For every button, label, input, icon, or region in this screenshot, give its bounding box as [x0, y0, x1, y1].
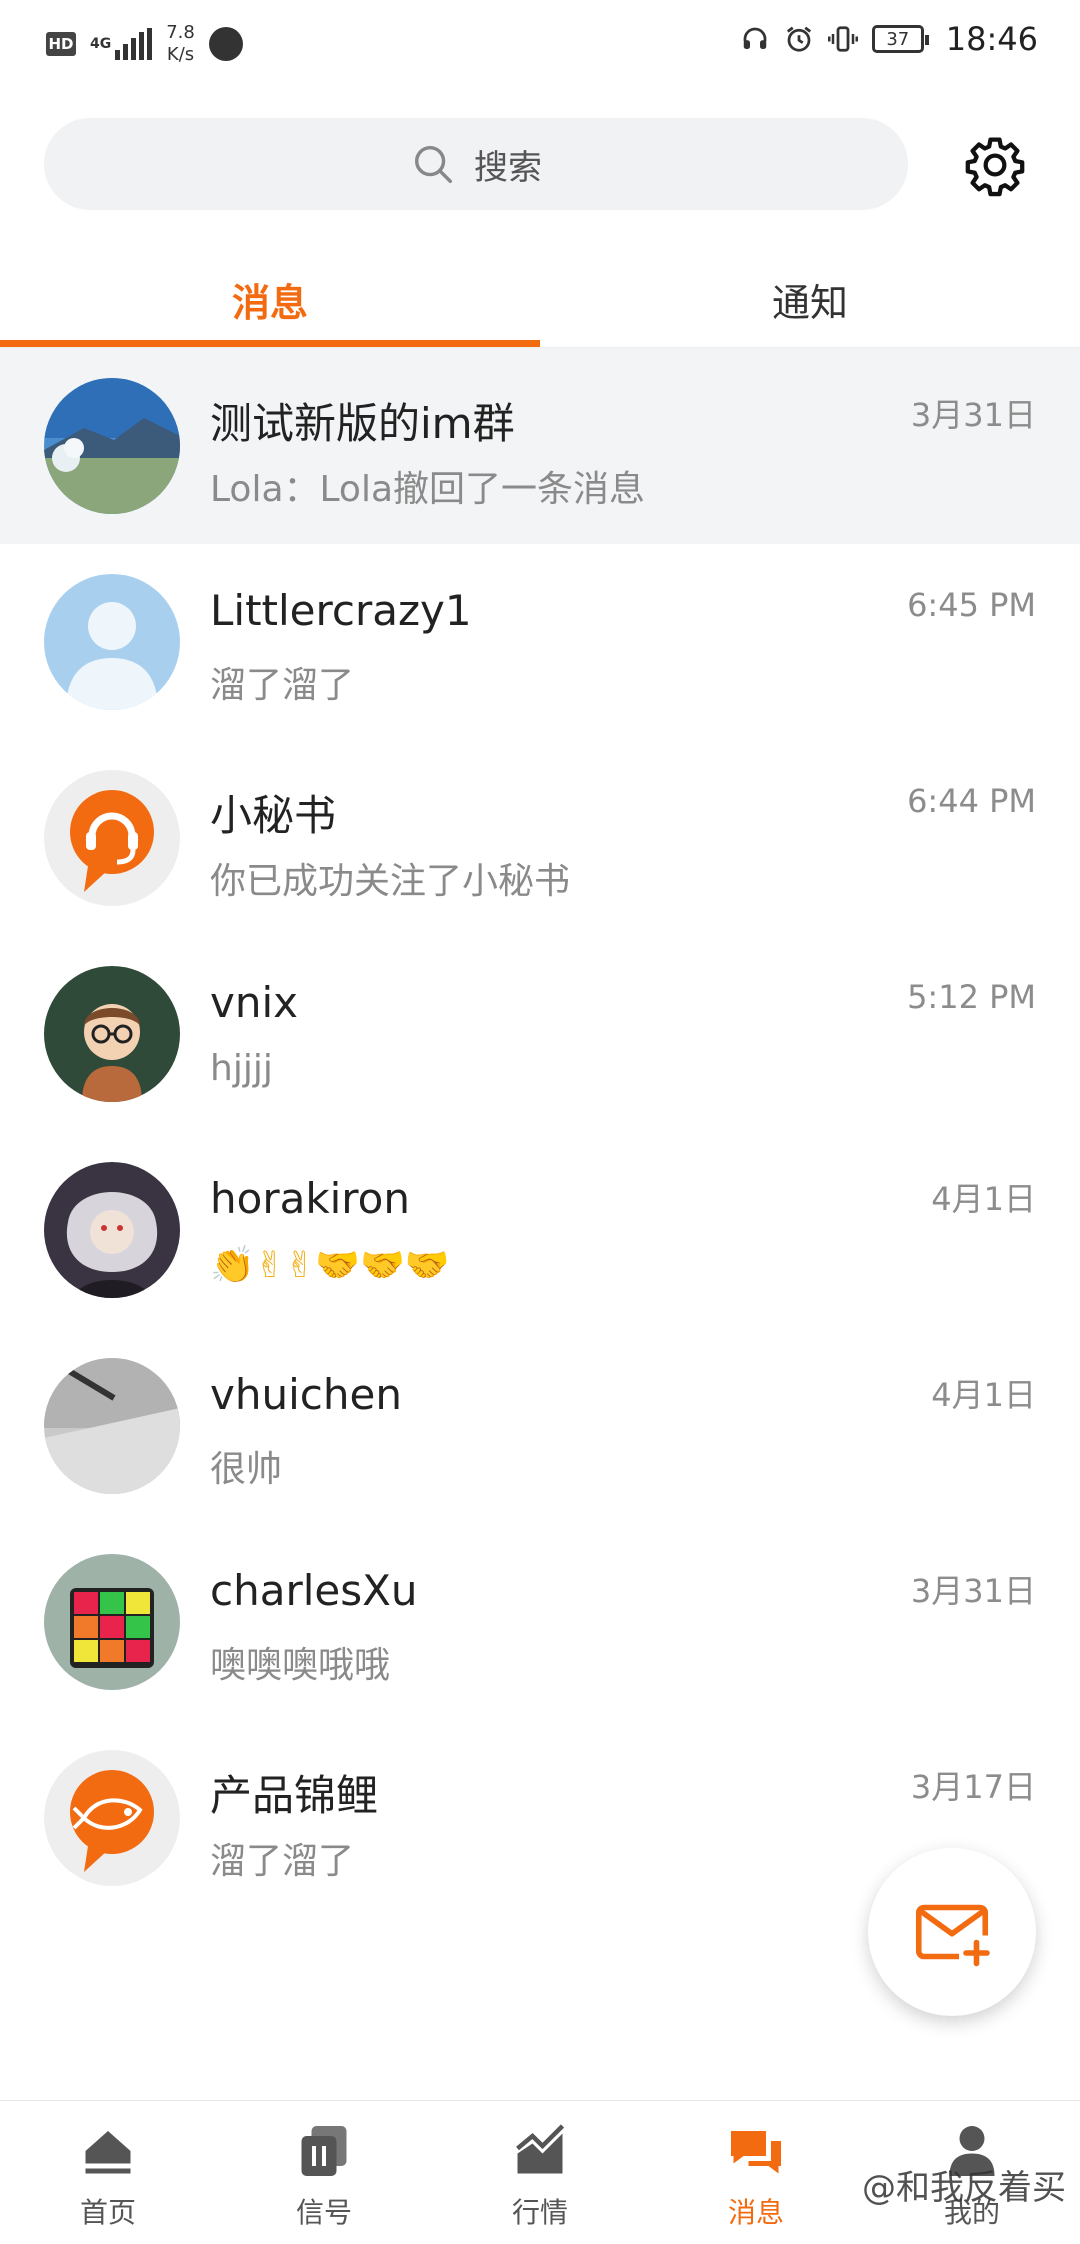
avatar — [44, 1554, 180, 1690]
conversation-name: vnix — [210, 978, 298, 1027]
tab-notifications[interactable]: 通知 — [540, 250, 1080, 348]
conversation-name: horakiron — [210, 1174, 410, 1223]
nav-home[interactable]: 首页 — [0, 2101, 216, 2244]
tab-messages[interactable]: 消息 — [0, 250, 540, 348]
conversation-time: 4月1日 — [931, 1376, 1036, 1414]
conversation-preview: 你已成功关注了小秘书 — [210, 861, 571, 902]
nav-market[interactable]: 行情 — [432, 2101, 648, 2244]
nav-signal[interactable]: 信号 — [216, 2101, 432, 2244]
conversation-preview: 溜了溜了 — [210, 1841, 355, 1882]
nav-messages[interactable]: 消息 — [648, 2101, 864, 2244]
active-tab-indicator — [0, 340, 540, 347]
conversation-row[interactable]: charlesXu 噢噢噢哦哦 3月31日 — [0, 1524, 1080, 1720]
conversation-time: 5:12 PM — [907, 978, 1036, 1016]
conversation-preview: 溜了溜了 — [210, 665, 355, 706]
mail-add-icon — [915, 1904, 990, 1967]
conversation-name: 产品锦鲤 — [210, 1771, 379, 1820]
watermark: @和我反着买 — [862, 2168, 1066, 2208]
home-icon — [85, 2131, 131, 2174]
search-placeholder: 搜索 — [474, 147, 542, 188]
conversation-row[interactable]: Littlercrazy1 溜了溜了 6:45 PM — [0, 544, 1080, 740]
gear-icon — [965, 137, 1025, 197]
conversation-row[interactable]: horakiron 👏✌✌🤝🤝🤝 4月1日 — [0, 1132, 1080, 1328]
settings-button[interactable] — [960, 130, 1030, 200]
network-speed: 7.8 K/s — [166, 22, 195, 65]
search-bar[interactable]: 搜索 — [44, 118, 908, 210]
avatar — [44, 574, 180, 710]
conversation-preview: Lola：Lola撤回了一条消息 — [210, 469, 646, 510]
conversation-row[interactable]: 测试新版的im群 Lola：Lola撤回了一条消息 3月31日 — [0, 348, 1080, 544]
avatar — [44, 966, 180, 1102]
conversation-preview: 👏✌✌🤝🤝🤝 — [210, 1245, 450, 1286]
conversation-time: 3月17日 — [910, 1768, 1036, 1806]
cellular-signal-icon: 4G — [90, 28, 153, 60]
conversation-preview: hjjjj — [210, 1048, 273, 1089]
avatar — [44, 770, 180, 906]
conversation-time: 6:44 PM — [907, 782, 1036, 820]
conversation-time: 6:45 PM — [907, 586, 1036, 624]
search-icon — [414, 145, 452, 183]
message-icon — [731, 2131, 781, 2174]
avatar — [44, 1162, 180, 1298]
conversation-name: charlesXu — [210, 1566, 418, 1615]
avatar — [44, 1358, 180, 1494]
battery-icon: 37 — [871, 25, 929, 53]
conversation-time: 3月31日 — [910, 396, 1036, 434]
conversation-row[interactable]: vnix hjjjj 5:12 PM — [0, 936, 1080, 1132]
conversation-list: 测试新版的im群 Lola：Lola撤回了一条消息 3月31日 Littlerc… — [0, 348, 1080, 1916]
hd-icon: HD — [46, 32, 76, 56]
avatar — [44, 1750, 180, 1886]
headphones-icon — [743, 27, 767, 49]
conversation-preview: 很帅 — [210, 1449, 283, 1490]
conversation-row[interactable]: 小秘书 你已成功关注了小秘书 6:44 PM — [0, 740, 1080, 936]
conversation-name: vhuichen — [210, 1370, 402, 1419]
conversation-row[interactable]: vhuichen 很帅 4月1日 — [0, 1328, 1080, 1524]
alarm-icon — [786, 26, 811, 52]
app-notification-icon — [208, 27, 243, 61]
conversation-name: 测试新版的im群 — [210, 399, 515, 448]
conversation-time: 3月31日 — [910, 1572, 1036, 1610]
compose-message-button[interactable] — [868, 1848, 1036, 2016]
conversation-name: Littlercrazy1 — [210, 586, 472, 635]
conversation-name: 小秘书 — [210, 791, 337, 840]
clock: 18:46 — [945, 20, 1038, 58]
market-chart-icon — [516, 2124, 565, 2174]
vibrate-icon — [827, 26, 858, 52]
signal-icon — [301, 2126, 347, 2176]
tab-bar: 消息 通知 — [0, 250, 1080, 348]
avatar — [44, 378, 180, 514]
conversation-time: 4月1日 — [931, 1180, 1036, 1218]
status-bar: HD 4G 7.8 K/s 37 18:46 — [0, 0, 1080, 86]
conversation-preview: 噢噢噢哦哦 — [210, 1645, 391, 1686]
